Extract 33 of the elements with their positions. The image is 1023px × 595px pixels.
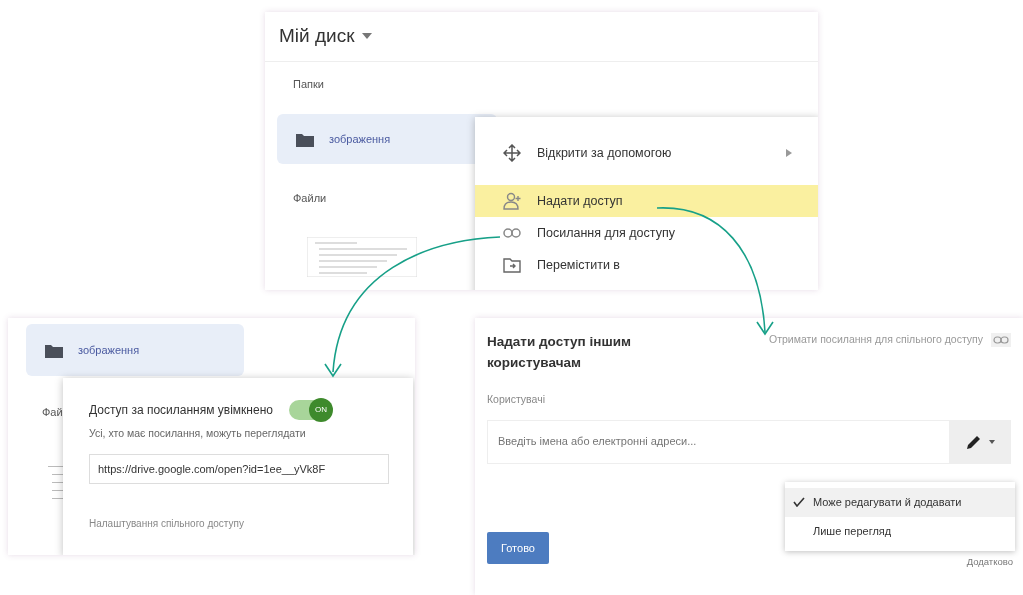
section-heading: Папки	[293, 76, 324, 92]
people-input[interactable]: Введіть імена або електронні адреси...	[487, 419, 949, 464]
people-label: Користувачі	[487, 391, 546, 407]
menu-item[interactable]: Посилання для доступу	[475, 217, 818, 249]
caret-icon	[362, 33, 373, 40]
document-thumbnail-icon	[307, 236, 417, 277]
url-field[interactable]: https://drive.google.com/open?id=1ee__yVk8F	[89, 453, 389, 485]
folder-name: зображення	[78, 342, 140, 358]
folder-item[interactable]: зображення	[277, 114, 497, 164]
toggle-switch[interactable]: ON	[288, 400, 331, 420]
document-thumbnail-icon	[48, 466, 64, 499]
open-with-icon	[503, 144, 521, 162]
popup-description: Усі, хто має посилання, можуть переглядати	[89, 426, 307, 441]
share-icon	[503, 192, 521, 210]
move-icon	[503, 256, 521, 274]
section-heading: Фай	[42, 405, 63, 420]
link-icon	[991, 332, 1011, 347]
folder-name: зображення	[329, 131, 391, 147]
permission-dropdown-button[interactable]	[949, 419, 1011, 464]
drive-title: Мій диск	[279, 24, 355, 48]
section-heading: Файли	[293, 191, 327, 206]
done-button[interactable]: Готово	[487, 531, 549, 565]
menu-item[interactable]: Надати доступ	[475, 185, 818, 217]
popup-title: Доступ за посиланням увімкнено	[89, 402, 273, 419]
permission-option[interactable]: Лише перегляд	[785, 516, 1015, 545]
folder-item[interactable]: зображення	[26, 324, 244, 376]
check-icon	[793, 497, 805, 508]
dialog-title: Надати доступ іншим користувачам	[487, 333, 632, 372]
menu-item[interactable]: Перемістити в	[475, 249, 818, 281]
advanced-link[interactable]: Додатково	[966, 554, 1013, 569]
sharing-settings-link[interactable]: Налаштування спільного доступу	[89, 516, 244, 532]
caret-icon	[989, 439, 995, 444]
permission-option[interactable]: Може редагувати й додавати	[785, 488, 1015, 517]
